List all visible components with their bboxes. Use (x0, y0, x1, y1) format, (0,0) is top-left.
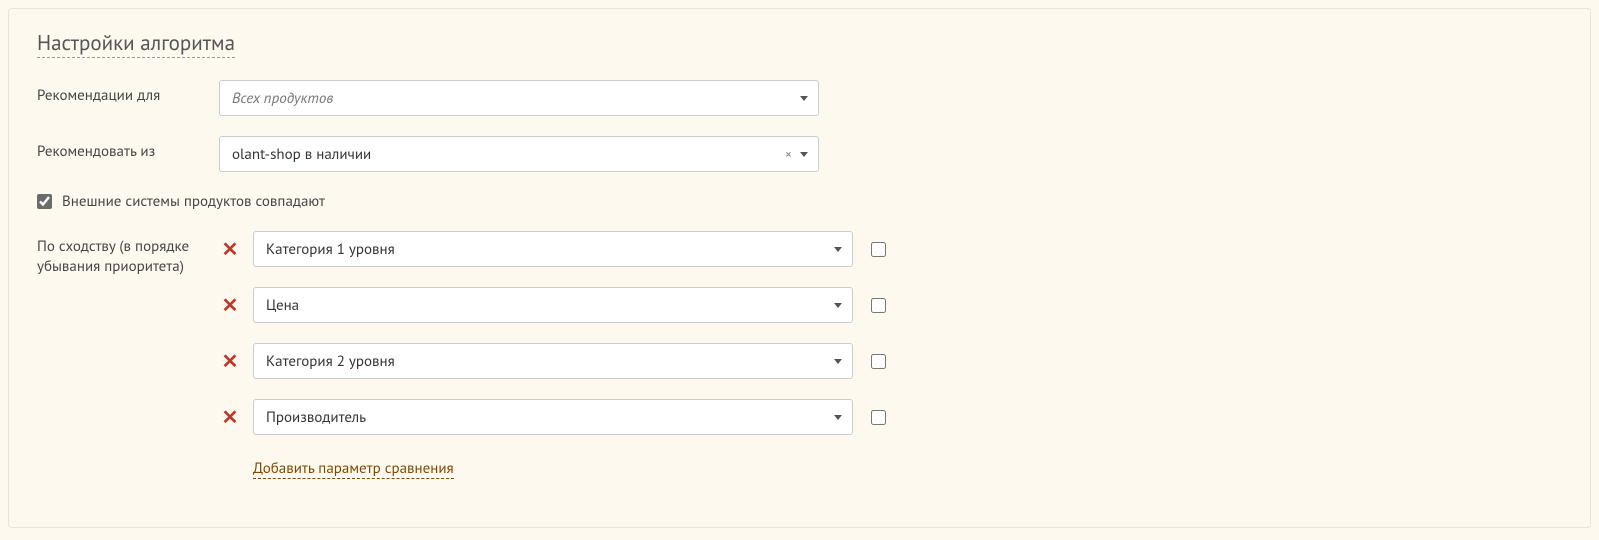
add-similarity-link[interactable]: Добавить параметр сравнения (253, 459, 454, 479)
remove-icon[interactable]: ✕ (219, 407, 241, 427)
recommend-from-value: olant-shop в наличии (232, 145, 785, 164)
similarity-trailing-checkbox[interactable] (871, 410, 886, 425)
external-match-checkbox[interactable] (37, 194, 52, 209)
caret-down-icon (834, 247, 842, 252)
caret-down-icon (800, 152, 808, 157)
similarity-list: ✕ Категория 1 уровня ✕ Цена ✕ Категория (219, 231, 886, 479)
caret-down-icon (834, 359, 842, 364)
similarity-value: Цена (266, 296, 834, 315)
similarity-select[interactable]: Категория 2 уровня (253, 343, 853, 379)
recommend-from-label: Рекомендовать из (37, 136, 219, 162)
similarity-select[interactable]: Категория 1 уровня (253, 231, 853, 267)
recommend-for-value: Всех продуктов (232, 89, 800, 108)
similarity-value: Категория 1 уровня (266, 240, 834, 259)
similarity-trailing-checkbox[interactable] (871, 298, 886, 313)
similarity-item: ✕ Цена (219, 287, 886, 323)
similarity-trailing-checkbox[interactable] (871, 242, 886, 257)
recommend-from-row: Рекомендовать из olant-shop в наличии × (37, 136, 1562, 172)
caret-down-icon (834, 415, 842, 420)
caret-down-icon (800, 96, 808, 101)
similarity-item: ✕ Категория 1 уровня (219, 231, 886, 267)
algorithm-settings-panel: Настройки алгоритма Рекомендации для Все… (8, 8, 1591, 528)
remove-icon[interactable]: ✕ (219, 295, 241, 315)
external-match-row: Внешние системы продуктов совпадают (37, 192, 1562, 211)
recommend-for-label: Рекомендации для (37, 80, 219, 106)
similarity-value: Категория 2 уровня (266, 352, 834, 371)
similarity-select[interactable]: Производитель (253, 399, 853, 435)
recommend-for-row: Рекомендации для Всех продуктов (37, 80, 1562, 116)
section-title[interactable]: Настройки алгоритма (37, 29, 235, 58)
recommend-for-select[interactable]: Всех продуктов (219, 80, 819, 116)
remove-icon[interactable]: ✕ (219, 239, 241, 259)
similarity-value: Производитель (266, 408, 834, 427)
remove-icon[interactable]: ✕ (219, 351, 241, 371)
similarity-item: ✕ Категория 2 уровня (219, 343, 886, 379)
similarity-select[interactable]: Цена (253, 287, 853, 323)
recommend-from-select[interactable]: olant-shop в наличии × (219, 136, 819, 172)
clear-icon[interactable]: × (785, 147, 792, 161)
external-match-label[interactable]: Внешние системы продуктов совпадают (62, 192, 325, 211)
caret-down-icon (834, 303, 842, 308)
similarity-row: По сходству (в порядке убывания приорите… (37, 231, 1562, 479)
similarity-item: ✕ Производитель (219, 399, 886, 435)
similarity-trailing-checkbox[interactable] (871, 354, 886, 369)
similarity-label: По сходству (в порядке убывания приорите… (37, 231, 219, 278)
